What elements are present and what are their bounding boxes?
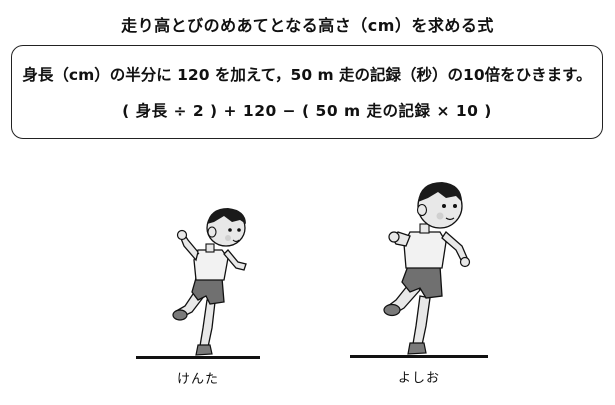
yoshio-standing-leg	[412, 295, 431, 346]
illustration: けんた よしお	[0, 150, 615, 401]
yoshio-ground-line	[350, 355, 488, 358]
yoshio-raised-shoe	[383, 303, 401, 317]
kenta-raised-shoe	[172, 309, 188, 321]
kenta-standing-leg	[199, 299, 216, 348]
child-name-yoshio: よしお	[397, 371, 440, 386]
yoshio-shirt	[403, 231, 447, 269]
page-title: 走り高とびのめあてとなる高さ（cm）を求める式	[121, 16, 494, 35]
yoshio-standing-shoe	[407, 342, 427, 355]
child-name-kenta: けんた	[176, 372, 219, 387]
kenta-eye	[228, 228, 232, 232]
formula-expression: ( 身長 ÷ 2 ) + 120 − ( 50 m 走の記録 × 10 )	[122, 102, 492, 120]
yoshio-ear	[416, 203, 428, 217]
kenta-ground-line	[136, 356, 260, 359]
formula-box: 身長（cm）の半分に 120 を加えて，50 m 走の記録（秒）の10倍をひきま…	[11, 45, 603, 139]
kenta-ear	[207, 226, 217, 238]
yoshio-eye	[442, 204, 446, 208]
yoshio-figure	[350, 182, 488, 358]
formula-description: 身長（cm）の半分に 120 を加えて，50 m 走の記録（秒）の10倍をひきま…	[22, 66, 592, 84]
children-illustration	[136, 182, 488, 359]
kenta-standing-shoe	[195, 344, 213, 356]
kenta-shirt	[193, 249, 229, 281]
kenta-figure	[136, 208, 260, 359]
